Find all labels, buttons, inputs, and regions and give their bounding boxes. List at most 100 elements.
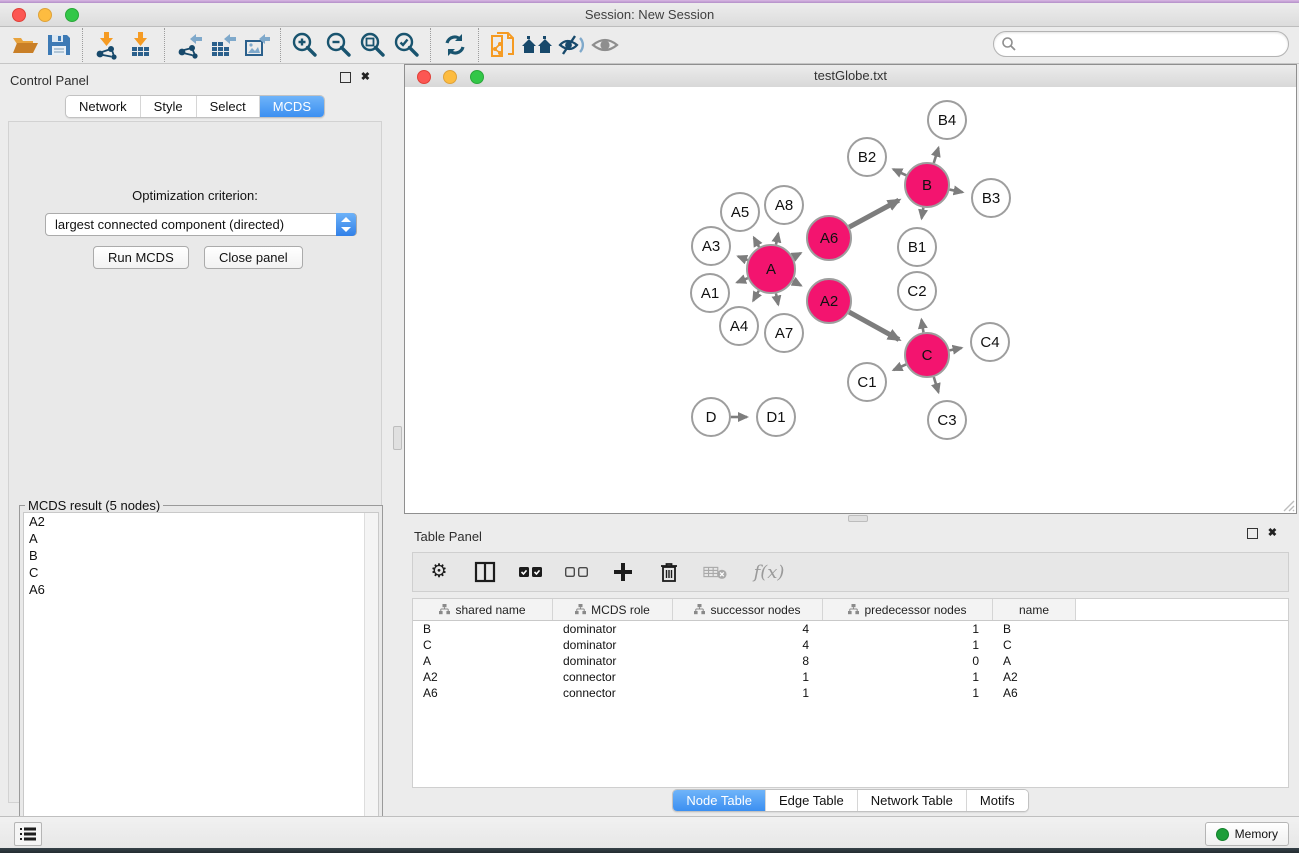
table-cell[interactable]: dominator [553,654,673,668]
table-cell[interactable]: A [993,654,1076,668]
select-all-icon[interactable] [519,560,543,584]
graph-edge-A-A3[interactable] [738,256,748,260]
export-network-icon[interactable] [172,29,206,61]
close-panel-icon[interactable]: ✖ [361,72,370,83]
zoom-out-icon[interactable] [322,29,356,61]
tab-network-table[interactable]: Network Table [857,790,966,811]
result-item[interactable]: A2 [24,513,378,530]
columns-icon[interactable] [473,560,497,584]
float-panel-icon[interactable] [1247,528,1258,539]
graph-edge-B-B4[interactable] [934,148,939,163]
criterion-select[interactable]: largest connected component (directed) [45,213,357,236]
delete-row-icon[interactable] [657,560,681,584]
table-row[interactable]: Cdominator41C [413,637,1288,653]
run-mcds-button[interactable]: Run MCDS [93,246,189,269]
import-network-icon[interactable] [90,29,124,61]
birdseye-view-icon[interactable] [588,29,622,61]
column-header-MCDS-role[interactable]: MCDS role [553,599,673,620]
zoom-selected-icon[interactable] [390,29,424,61]
table-cell[interactable]: C [993,638,1076,652]
vertical-splitter[interactable] [390,64,404,816]
result-scrollbar[interactable] [364,513,378,842]
graph-edge-C-C3[interactable] [934,377,939,392]
table-cell[interactable]: 1 [823,670,993,684]
graph-edge-A-A5[interactable] [754,237,759,247]
graph-edge-A-A1[interactable] [737,278,748,282]
zoom-fit-icon[interactable] [356,29,390,61]
memory-button[interactable]: Memory [1205,822,1289,846]
graph-edge-B-B3[interactable] [950,190,963,193]
result-item[interactable]: B [24,547,378,564]
tab-network[interactable]: Network [66,96,140,117]
table-cell[interactable]: 1 [673,686,823,700]
table-cell[interactable]: 4 [673,622,823,636]
splitter-grip[interactable] [393,426,402,450]
table-cell[interactable]: dominator [553,638,673,652]
graph-edge-A-A4[interactable] [753,291,759,301]
table-cell[interactable]: 8 [673,654,823,668]
table-cell[interactable]: C [413,638,553,652]
column-header-predecessor-nodes[interactable]: predecessor nodes [823,599,993,620]
close-panel-icon[interactable]: ✖ [1268,528,1277,539]
open-session-icon[interactable] [8,29,42,61]
graph-edge-A-A6[interactable] [793,253,801,257]
mcds-result-list[interactable]: A2ABCA6 [23,512,379,843]
tab-edge-table[interactable]: Edge Table [765,790,857,811]
table-row[interactable]: Adominator80A [413,653,1288,669]
graph-edge-C-C4[interactable] [950,348,962,350]
table-cell[interactable]: A2 [413,670,553,684]
result-item[interactable]: A6 [24,581,378,598]
deselect-all-icon[interactable] [565,560,589,584]
table-cell[interactable]: connector [553,670,673,684]
zoom-in-icon[interactable] [288,29,322,61]
network-file-icon[interactable] [486,29,520,61]
table-cell[interactable]: dominator [553,622,673,636]
tab-select[interactable]: Select [196,96,259,117]
splitter-grip[interactable] [848,515,868,522]
table-row[interactable]: A6connector11A6 [413,685,1288,701]
horizontal-splitter[interactable] [404,514,1299,522]
graph-edge-A2-C[interactable] [849,312,899,339]
column-header-successor-nodes[interactable]: successor nodes [673,599,823,620]
close-panel-button[interactable]: Close panel [204,246,303,269]
graph-edge-C-C1[interactable] [893,364,906,370]
task-history-button[interactable] [14,822,42,846]
table-cell[interactable]: 1 [823,622,993,636]
graph-edge-A-A8[interactable] [776,233,778,244]
column-header-name[interactable]: name [993,599,1076,620]
hide-graphics-details-icon[interactable] [554,29,588,61]
resize-grip-icon[interactable] [1282,499,1295,512]
tab-motifs[interactable]: Motifs [966,790,1028,811]
float-panel-icon[interactable] [340,72,351,83]
refresh-layout-icon[interactable] [438,29,472,61]
table-cell[interactable]: B [993,622,1076,636]
table-cell[interactable]: A6 [993,686,1076,700]
column-header-shared-name[interactable]: shared name [413,599,553,620]
tab-node-table[interactable]: Node Table [673,790,765,811]
table-cell[interactable]: connector [553,686,673,700]
graph-edge-B-B1[interactable] [922,208,924,219]
tab-style[interactable]: Style [140,96,196,117]
export-table-icon[interactable] [206,29,240,61]
search-field[interactable] [993,31,1289,57]
graph-edge-B-B2[interactable] [893,169,906,175]
graph-edge-A-A7[interactable] [776,293,778,304]
table-cell[interactable]: 1 [823,686,993,700]
network-canvas[interactable]: AA1A2A3A4A5A6A7A8BB1B2B3B4CC1C2C3C4DD1 [405,87,1296,513]
table-row[interactable]: Bdominator41B [413,621,1288,637]
graph-edge-A-A2[interactable] [793,281,801,285]
search-input[interactable] [1020,33,1279,55]
save-session-icon[interactable] [42,29,76,61]
tab-mcds[interactable]: MCDS [259,96,324,117]
home-icon[interactable] [520,29,554,61]
table-cell[interactable]: A6 [413,686,553,700]
table-cell[interactable]: 1 [673,670,823,684]
table-cell[interactable]: 1 [823,638,993,652]
table-cell[interactable]: B [413,622,553,636]
table-cell[interactable]: A2 [993,670,1076,684]
result-item[interactable]: C [24,564,378,581]
network-graph[interactable]: AA1A2A3A4A5A6A7A8BB1B2B3B4CC1C2C3C4DD1 [405,87,1296,513]
result-item[interactable]: A [24,530,378,547]
add-row-icon[interactable] [611,560,635,584]
graph-edge-C-C2[interactable] [921,320,923,333]
